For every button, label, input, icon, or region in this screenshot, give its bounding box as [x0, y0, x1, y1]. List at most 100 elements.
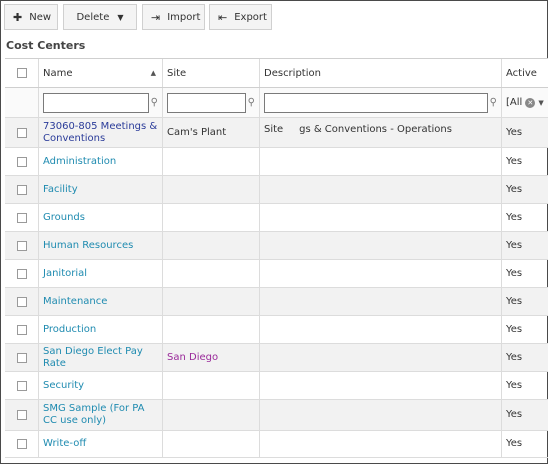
description-cell	[260, 148, 502, 175]
row-checkbox[interactable]	[16, 240, 27, 251]
row-select-cell	[5, 148, 39, 175]
filter-name-cell: ⚲	[39, 88, 163, 117]
chevron-down-icon[interactable]: ▼	[538, 99, 543, 107]
row-checkbox[interactable]	[16, 184, 27, 195]
filter-row: ⚲ ⚲ ⚲ [All ✕ ▼	[5, 88, 548, 118]
row-select-cell	[5, 176, 39, 203]
caret-down-icon: ▼	[117, 12, 124, 22]
filter-icon[interactable]: ⚲	[151, 97, 158, 108]
filter-spacer	[5, 88, 39, 117]
active-filter-value: [All	[506, 97, 523, 108]
row-checkbox[interactable]	[16, 439, 27, 449]
description-filter-input[interactable]	[264, 92, 488, 113]
cost-center-name-link[interactable]: 73060-805 Meetings & Conventions	[43, 121, 158, 145]
delete-button[interactable]: Delete ▼	[63, 4, 137, 30]
import-label: Import	[167, 11, 201, 23]
export-button[interactable]: ⇤ Export	[209, 4, 272, 30]
cost-center-name-link[interactable]: Maintenance	[43, 296, 107, 308]
description-cell: Site gs & Conventions - Operations	[260, 118, 502, 147]
select-all-checkbox[interactable]	[16, 68, 27, 78]
cost-center-name-link[interactable]: Production	[43, 324, 96, 336]
name-cell: 73060-805 Meetings & Conventions	[39, 118, 163, 147]
column-header-name[interactable]: Name ▲	[39, 59, 163, 87]
cost-center-name-link[interactable]: Grounds	[43, 212, 85, 224]
table-row[interactable]: 73060-805 Meetings & Conventions Cam's Pl…	[5, 118, 548, 148]
name-filter-input[interactable]	[43, 92, 149, 113]
column-active-label: Active	[506, 67, 537, 79]
active-value: Yes	[506, 126, 523, 138]
grid-header: Name ▲ Site Description Active	[5, 58, 548, 88]
row-select-cell	[5, 118, 39, 147]
active-cell: Yes	[502, 431, 548, 457]
filter-icon[interactable]: ⚲	[490, 97, 497, 108]
column-header-site[interactable]: Site	[163, 59, 260, 87]
cost-center-name-link[interactable]: Janitorial	[43, 268, 87, 280]
name-cell: Write-off	[39, 431, 163, 457]
active-cell: Yes	[502, 372, 548, 399]
row-select-cell	[5, 204, 39, 231]
cost-center-name-link[interactable]: SMG Sample (For PA CC use only)	[43, 403, 158, 427]
row-checkbox[interactable]	[16, 380, 27, 391]
site-value: Cam's Plant	[167, 126, 227, 138]
active-value: Yes	[506, 295, 523, 307]
cost-center-name-link[interactable]: San Diego Elect Pay Rate	[43, 346, 158, 370]
table-row[interactable]: Human Resources Yes	[5, 232, 548, 260]
table-row[interactable]: Security Yes	[5, 372, 548, 400]
name-cell: Maintenance	[39, 288, 163, 315]
cost-center-name-link[interactable]: Security	[43, 380, 84, 392]
site-filter-input[interactable]	[167, 92, 246, 113]
export-label: Export	[234, 11, 267, 23]
description-cell	[260, 260, 502, 287]
row-checkbox[interactable]	[16, 410, 27, 420]
active-cell: Yes	[502, 400, 548, 430]
row-checkbox[interactable]	[16, 212, 27, 223]
site-cell	[163, 148, 260, 175]
filter-site-cell: ⚲	[163, 88, 260, 117]
row-checkbox[interactable]	[16, 296, 27, 307]
table-row[interactable]: San Diego Elect Pay Rate San Diego Yes	[5, 344, 548, 372]
row-select-cell	[5, 431, 39, 457]
cost-center-name-link[interactable]: Administration	[43, 156, 116, 168]
table-row[interactable]: Janitorial Yes	[5, 260, 548, 288]
active-value: Yes	[506, 267, 523, 279]
row-checkbox[interactable]	[16, 127, 27, 138]
clear-icon[interactable]: ✕	[525, 97, 536, 108]
row-checkbox[interactable]	[16, 324, 27, 335]
import-button[interactable]: ⇥ Import	[142, 4, 205, 30]
row-checkbox[interactable]	[16, 268, 27, 279]
active-filter-select[interactable]: [All ✕ ▼	[506, 97, 544, 108]
table-row[interactable]: Grounds Yes	[5, 204, 548, 232]
table-row[interactable]: Administration Yes	[5, 148, 548, 176]
table-row[interactable]: SMG Sample (For PA CC use only) Yes	[5, 400, 548, 431]
description-cell	[260, 344, 502, 371]
description-value: Site gs & Conventions - Operations	[264, 124, 452, 135]
filter-icon[interactable]: ⚲	[248, 97, 255, 108]
row-select-cell	[5, 372, 39, 399]
table-row[interactable]: Write-off Yes	[5, 431, 548, 458]
row-select-cell	[5, 316, 39, 343]
column-header-description[interactable]: Description	[260, 59, 502, 87]
row-select-cell	[5, 232, 39, 259]
row-checkbox[interactable]	[16, 352, 27, 363]
active-cell: Yes	[502, 316, 548, 343]
active-cell: Yes	[502, 118, 548, 147]
row-checkbox[interactable]	[16, 156, 27, 167]
cost-center-name-link[interactable]: Human Resources	[43, 240, 133, 252]
description-cell	[260, 431, 502, 457]
name-cell: Grounds	[39, 204, 163, 231]
table-row[interactable]: Maintenance Yes	[5, 288, 548, 316]
name-cell: Human Resources	[39, 232, 163, 259]
page-title: Cost Centers	[6, 39, 86, 52]
site-cell	[163, 288, 260, 315]
active-cell: Yes	[502, 260, 548, 287]
cost-center-name-link[interactable]: Write-off	[43, 438, 86, 450]
column-name-label: Name	[43, 67, 73, 79]
table-row[interactable]: Facility Yes	[5, 176, 548, 204]
table-row[interactable]: Production Yes	[5, 316, 548, 344]
column-header-active[interactable]: Active	[502, 59, 548, 87]
site-cell: San Diego	[163, 344, 260, 371]
cost-center-name-link[interactable]: Facility	[43, 184, 78, 196]
new-button[interactable]: ✚ New	[4, 4, 58, 30]
active-value: Yes	[506, 351, 523, 363]
site-value[interactable]: San Diego	[167, 352, 218, 364]
